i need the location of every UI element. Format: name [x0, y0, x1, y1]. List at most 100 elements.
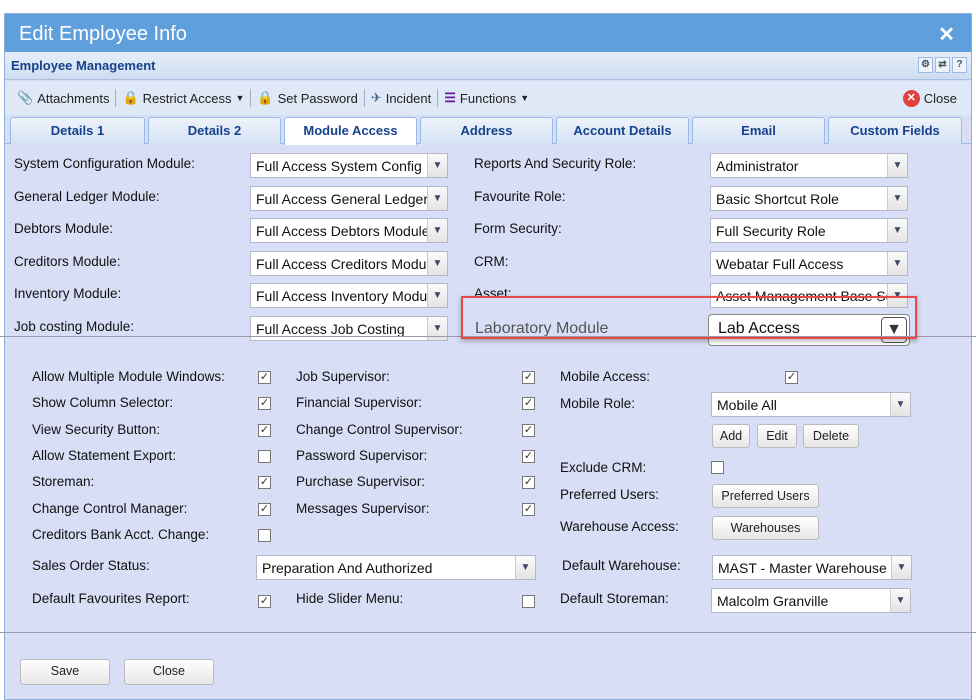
delete-button[interactable]: Delete	[803, 424, 859, 448]
close-label: Close	[923, 90, 957, 106]
chevron-down-icon[interactable]: ▼	[427, 186, 447, 210]
module-select[interactable]: Full Access Inventory Module ▼	[250, 283, 448, 309]
close-button[interactable]: Close	[124, 659, 214, 685]
checkbox-label: Change Control Manager:	[32, 500, 188, 516]
role-label: Reports And Security Role:	[474, 156, 637, 171]
chevron-down-icon[interactable]: ▼	[515, 556, 535, 579]
mobile-access-label: Mobile Access:	[560, 369, 651, 384]
help-icon[interactable]: ?	[952, 57, 967, 73]
checkbox-label: Financial Supervisor:	[296, 395, 423, 411]
tab-custom-fields[interactable]: Custom Fields	[828, 117, 962, 144]
mobile-role-label: Mobile Role:	[560, 396, 636, 411]
checkbox-label: Allow Statement Export:	[32, 447, 177, 463]
set-password-button[interactable]: 🔒 Set Password	[251, 86, 363, 110]
chevron-down-icon[interactable]: ▼	[427, 251, 447, 275]
chevron-down-icon[interactable]: ▼	[427, 154, 447, 177]
chevron-down-icon[interactable]: ▼	[887, 186, 907, 210]
mobile-access-checkbox[interactable]: ✓	[785, 371, 798, 384]
role-label: CRM:	[474, 253, 509, 269]
chevron-down-icon[interactable]: ▼	[427, 219, 447, 243]
sales-order-status-label: Sales Order Status:	[32, 558, 150, 573]
preferred-users-button[interactable]: Preferred Users	[712, 484, 819, 508]
panel-title: Employee Management	[11, 58, 156, 73]
checkbox[interactable]: ✓	[258, 423, 271, 437]
default-warehouse-select[interactable]: MAST - Master Warehouse ▼	[712, 555, 912, 580]
role-select[interactable]: Administrator ▼	[710, 153, 908, 178]
module-select-value: Full Access General Ledger	[256, 190, 428, 207]
chevron-down-icon[interactable]: ▼	[890, 589, 910, 612]
chevron-down-icon[interactable]: ▼	[427, 284, 447, 308]
module-select[interactable]: Full Access Job Costing ▼	[250, 316, 448, 341]
module-select-value: Full Access System Config	[256, 158, 422, 174]
exclude-crm-checkbox[interactable]	[711, 461, 724, 474]
settings-icon[interactable]: ⚙	[918, 57, 933, 73]
default-storeman-select-value: Malcolm Granville	[717, 593, 829, 609]
chevron-down-icon: ▼	[520, 93, 530, 103]
tab-bar: Details 1 Details 2 Module Access Addres…	[5, 117, 971, 145]
checkbox[interactable]: ✓	[522, 371, 535, 384]
set-password-label: Set Password	[277, 90, 358, 106]
checkbox[interactable]	[258, 449, 271, 463]
role-select[interactable]: Webatar Full Access ▼	[710, 250, 908, 276]
functions-icon: ☰	[444, 90, 456, 105]
chevron-down-icon[interactable]: ▼	[891, 556, 911, 579]
module-label: General Ledger Module:	[14, 188, 160, 204]
default-storeman-select[interactable]: Malcolm Granville ▼	[711, 588, 911, 613]
checkbox[interactable]: ✓	[522, 449, 535, 463]
chevron-down-icon[interactable]: ▼	[887, 219, 907, 243]
mobile-role-select[interactable]: Mobile All ▼	[711, 392, 911, 417]
role-select-value: Webatar Full Access	[716, 255, 844, 272]
preferred-users-label: Preferred Users:	[560, 487, 660, 502]
tab-details-1[interactable]: Details 1	[10, 117, 145, 144]
checkbox[interactable]: ✓	[258, 476, 271, 490]
role-select[interactable]: Basic Shortcut Role ▼	[710, 185, 908, 211]
checkbox[interactable]: ✓	[522, 476, 535, 490]
functions-button[interactable]: ☰ Functions ▼	[438, 86, 535, 110]
checkbox[interactable]: ✓	[522, 423, 535, 437]
role-select[interactable]: Full Security Role ▼	[710, 218, 908, 244]
green-lock-icon: 🔒	[122, 90, 139, 105]
add-button[interactable]: Add	[712, 424, 750, 448]
restrict-access-button[interactable]: 🔒 Restrict Access ▼	[116, 86, 250, 110]
tab-details-2[interactable]: Details 2	[148, 117, 281, 144]
checkbox[interactable]: ✓	[522, 502, 535, 516]
close-icon[interactable]: ✕	[938, 22, 955, 47]
module-select[interactable]: Full Access General Ledger ▼	[250, 185, 448, 211]
chevron-down-icon[interactable]: ▼	[887, 154, 907, 177]
module-select[interactable]: Full Access Debtors Module ▼	[250, 218, 448, 244]
incident-label: Incident	[385, 90, 432, 106]
checkbox[interactable]: ✓	[258, 397, 271, 411]
footer-divider	[0, 632, 976, 633]
tab-account-details[interactable]: Account Details	[556, 117, 689, 144]
incident-button[interactable]: ✈ Incident	[365, 86, 437, 110]
checkbox[interactable]	[258, 528, 271, 542]
warehouses-button[interactable]: Warehouses	[712, 516, 819, 540]
default-storeman-label: Default Storeman:	[560, 591, 669, 606]
checkbox-label: Job Supervisor:	[296, 369, 390, 384]
module-select[interactable]: Full Access Creditors Module ▼	[250, 250, 448, 276]
tab-address[interactable]: Address	[420, 117, 553, 144]
tab-module-access[interactable]: Module Access	[284, 117, 417, 145]
default-favourites-checkbox[interactable]: ✓	[258, 595, 271, 608]
sales-order-status-select-value: Preparation And Authorized	[262, 560, 433, 576]
toolbar: 📎 Attachments 🔒 Restrict Access ▼ 🔒 Set Pass…	[5, 81, 971, 115]
module-label: System Configuration Module:	[14, 156, 195, 171]
edit-button[interactable]: Edit	[757, 424, 797, 448]
sales-order-status-select[interactable]: Preparation And Authorized ▼	[256, 555, 536, 580]
save-button[interactable]: Save	[20, 659, 110, 685]
checkbox[interactable]: ✓	[522, 397, 535, 411]
chevron-down-icon[interactable]: ▼	[890, 393, 910, 416]
hide-slider-checkbox[interactable]	[522, 595, 535, 608]
attachments-button[interactable]: 📎 Attachments	[11, 86, 115, 110]
module-select[interactable]: Full Access System Config ▼	[250, 153, 448, 178]
checkbox[interactable]: ✓	[258, 502, 271, 516]
tab-email[interactable]: Email	[692, 117, 825, 144]
exclude-crm-label: Exclude CRM:	[560, 460, 647, 475]
checkbox[interactable]: ✓	[258, 371, 271, 384]
checkbox-label: Password Supervisor:	[296, 447, 428, 463]
close-toolbar-button[interactable]: ✕ Close	[897, 86, 963, 110]
panel-header: Employee Management ⚙ ⇄ ?	[5, 52, 971, 80]
incident-icon: ✈	[370, 90, 382, 105]
refresh-icon[interactable]: ⇄	[935, 57, 950, 73]
chevron-down-icon[interactable]: ▼	[887, 251, 907, 275]
